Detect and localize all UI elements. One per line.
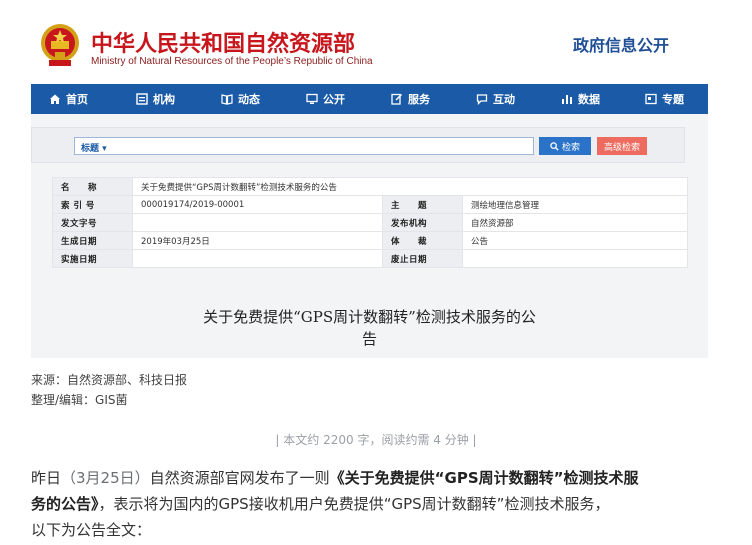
- document-title-line1: 关于免费提供“GPS周计数翻转”检测技术服务的公: [203, 308, 536, 326]
- document-metadata-table: 名 称 关于免费提供“GPS周计数翻转”检测技术服务的公告 索 引 号 0000…: [52, 177, 688, 268]
- nav-item-service[interactable]: 服务: [391, 84, 430, 114]
- search-icon: [550, 141, 559, 151]
- announcement-title-link: 《关于免费提供“GPS周计数翻转”检测技术服: [329, 469, 639, 487]
- nav-label: 专题: [662, 93, 684, 106]
- meta-label: 索 引 号: [52, 195, 133, 214]
- chevron-down-icon[interactable]: ▾: [102, 144, 107, 154]
- document-title-line2: 告: [361, 330, 377, 348]
- table-row: 名 称 关于免费提供“GPS周计数翻转”检测技术服务的公告: [52, 177, 688, 196]
- nav-item-topic[interactable]: 专题: [645, 84, 684, 114]
- meta-value: [462, 249, 688, 268]
- meta-label: 实施日期: [52, 249, 133, 268]
- nav-item-data[interactable]: 数据: [561, 84, 600, 114]
- table-row: 实施日期 废止日期: [52, 249, 688, 268]
- nav-item-news[interactable]: 动态: [221, 84, 260, 114]
- search-input[interactable]: 标题 ▾: [74, 137, 534, 155]
- meta-label: 主 题: [382, 195, 463, 214]
- text-run: 昨日: [31, 469, 62, 487]
- date-note: （3月25日）: [61, 469, 150, 487]
- table-row: 生成日期 2019年03月25日 体 裁 公告: [52, 231, 688, 250]
- ministry-name-cn: 中华人民共和国自然资源部: [91, 32, 356, 57]
- bar-chart-icon: [562, 95, 572, 104]
- reading-time-info: | 本文约 2200 字，阅读约需 4 分钟 |: [275, 433, 477, 447]
- main-nav: 首页 机构 动态 公开 服务 互动 数据 专题: [31, 84, 708, 114]
- table-row: 发文字号 发布机构 自然资源部: [52, 213, 688, 232]
- text-run: ，表示将为国内的GPS接收机用户免费提供“GPS周计数翻转”检测技术服务，: [98, 495, 610, 513]
- meta-value: 公告: [462, 231, 688, 250]
- site-header: 中华人民共和国自然资源部 Ministry of Natural Resourc…: [31, 0, 708, 84]
- table-row: 索 引 号 000019174/2019-00001 主 题 测绘地理信息管理: [52, 195, 688, 214]
- embedded-screenshot: 中华人民共和国自然资源部 Ministry of Natural Resourc…: [31, 0, 708, 358]
- meta-label: 名 称: [52, 177, 133, 196]
- meta-label: 体 裁: [382, 231, 463, 250]
- ministry-name-en: Ministry of Natural Resources of the Peo…: [91, 56, 373, 67]
- article-editor: 整理/编辑：GIS菌: [31, 393, 128, 407]
- search-button[interactable]: 检索: [539, 137, 591, 155]
- home-icon: [50, 94, 60, 104]
- search-panel: 标题 ▾ 检索 高级检索: [31, 127, 685, 163]
- document-title: 关于免费提供“GPS周计数翻转”检测技术服务的公 告: [31, 306, 708, 350]
- book-icon: [221, 94, 233, 105]
- nav-label: 公开: [323, 93, 345, 106]
- announcement-title-link: 务的公告》: [31, 495, 99, 513]
- meta-value: 测绘地理信息管理: [462, 195, 688, 214]
- folder-icon: [645, 93, 657, 105]
- org-icon: [136, 93, 148, 105]
- national-emblem-icon: [41, 24, 79, 66]
- meta-value: [132, 213, 383, 232]
- meta-value: 自然资源部: [462, 213, 688, 232]
- meta-label: 生成日期: [52, 231, 133, 250]
- search-button-label: 检索: [561, 142, 580, 153]
- text-run: 自然资源部官网发布了一则: [149, 469, 330, 487]
- paragraph-line: 昨日（3月25日）自然资源部官网发布了一则《关于免费提供“GPS周计数翻转”检测…: [31, 465, 721, 491]
- nav-label: 数据: [578, 93, 600, 106]
- nav-label: 动态: [238, 93, 260, 106]
- nav-item-interact[interactable]: 互动: [476, 84, 515, 114]
- edit-icon: [391, 93, 403, 105]
- meta-value: 2019年03月25日: [132, 231, 383, 250]
- article-paragraph: 昨日（3月25日）自然资源部官网发布了一则《关于免费提供“GPS周计数翻转”检测…: [31, 465, 721, 543]
- meta-value: [132, 249, 383, 268]
- nav-item-public[interactable]: 公开: [306, 84, 345, 114]
- meta-value: 关于免费提供“GPS周计数翻转”检测技术服务的公告: [132, 177, 688, 196]
- monitor-icon: [306, 93, 318, 104]
- gov-info-title[interactable]: 政府信息公开: [573, 32, 669, 56]
- nav-label: 首页: [66, 93, 88, 106]
- nav-item-home[interactable]: 首页: [49, 84, 88, 114]
- nav-label: 机构: [153, 93, 175, 106]
- paragraph-line: 以下为公告全文：: [31, 517, 721, 543]
- advanced-search-button[interactable]: 高级检索: [597, 137, 647, 155]
- nav-label: 互动: [493, 93, 515, 106]
- text-run: 以下为公告全文：: [31, 521, 152, 539]
- article-source: 来源：自然资源部、科技日报: [31, 373, 188, 387]
- meta-label: 发文字号: [52, 213, 133, 232]
- meta-label: 废止日期: [382, 249, 463, 268]
- nav-label: 服务: [408, 93, 430, 106]
- search-field-label: 标题: [81, 144, 100, 154]
- chat-icon: [476, 94, 488, 105]
- meta-value: 000019174/2019-00001: [132, 195, 383, 214]
- meta-label: 发布机构: [382, 213, 463, 232]
- nav-item-org[interactable]: 机构: [136, 84, 175, 114]
- paragraph-line: 务的公告》，表示将为国内的GPS接收机用户免费提供“GPS周计数翻转”检测技术服…: [31, 491, 721, 517]
